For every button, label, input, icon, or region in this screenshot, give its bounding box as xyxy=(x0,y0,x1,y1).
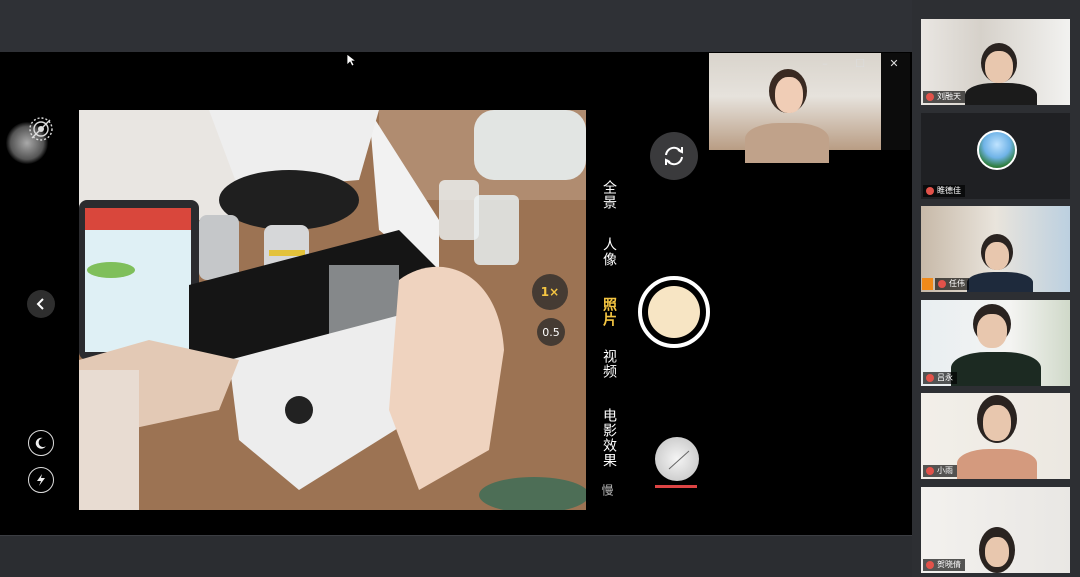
participant-tile[interactable]: 贺晓倩 xyxy=(921,487,1070,573)
shutter-button[interactable] xyxy=(638,276,710,348)
host-badge-icon xyxy=(922,278,933,290)
participant-name: 吕永 xyxy=(923,372,957,384)
participant-sidebar: 刘融天 睢德佳 任伟 吕永 小雨 贺晓倩 xyxy=(912,0,1080,576)
participant-tile[interactable]: 睢德佳 xyxy=(921,113,1070,199)
chevron-left-icon xyxy=(36,298,44,310)
live-photo-icon[interactable] xyxy=(28,116,54,142)
presenter-video-window[interactable]: – ☐ ✕ xyxy=(709,53,910,163)
mouse-cursor-icon xyxy=(346,53,356,67)
recording-indicator xyxy=(655,485,697,488)
mode-video[interactable]: 视频 xyxy=(599,349,619,379)
participant-name: 贺晓倩 xyxy=(923,559,965,571)
mode-panorama[interactable]: 全景 xyxy=(599,180,619,210)
participant-tile[interactable]: 吕永 xyxy=(921,300,1070,386)
flash-icon xyxy=(37,474,45,486)
participant-tile[interactable]: 小雨 xyxy=(921,393,1070,479)
last-photo-thumbnail[interactable] xyxy=(655,437,699,481)
back-button[interactable] xyxy=(27,290,55,318)
microscope-scene xyxy=(79,110,586,510)
participant-name: 任伟 xyxy=(935,278,969,290)
switch-camera-button[interactable] xyxy=(650,132,698,180)
top-bar xyxy=(0,0,912,52)
participant-tile[interactable]: 刘融天 xyxy=(921,19,1070,105)
camera-viewfinder[interactable] xyxy=(79,110,586,510)
participant-name: 刘融天 xyxy=(923,91,965,103)
mode-photo[interactable]: 照片 xyxy=(599,297,619,327)
camera-switch-icon xyxy=(665,146,683,166)
participant-tile[interactable]: 任伟 xyxy=(921,206,1070,292)
mode-cinematic[interactable]: 电影效果 xyxy=(599,408,619,468)
night-mode-button[interactable] xyxy=(28,430,54,456)
participant-name: 睢德佳 xyxy=(923,185,965,197)
minimize-button[interactable]: – xyxy=(813,57,837,70)
shutter-inner xyxy=(648,286,700,338)
mode-portrait[interactable]: 人像 xyxy=(599,237,619,267)
thumbnail-image xyxy=(668,450,690,470)
maximize-button[interactable]: ☐ xyxy=(848,57,872,70)
zoom-1x-button[interactable]: 1× xyxy=(532,274,568,310)
participant-name: 小雨 xyxy=(923,465,957,477)
zoom-0.5x-button[interactable]: 0.5 xyxy=(537,318,565,346)
close-button[interactable]: ✕ xyxy=(882,57,906,70)
flash-button[interactable] xyxy=(28,467,54,493)
moon-icon xyxy=(35,437,46,449)
mode-slowmo[interactable]: 慢 xyxy=(599,484,616,497)
bottom-bar xyxy=(0,535,912,577)
avatar xyxy=(977,130,1017,170)
